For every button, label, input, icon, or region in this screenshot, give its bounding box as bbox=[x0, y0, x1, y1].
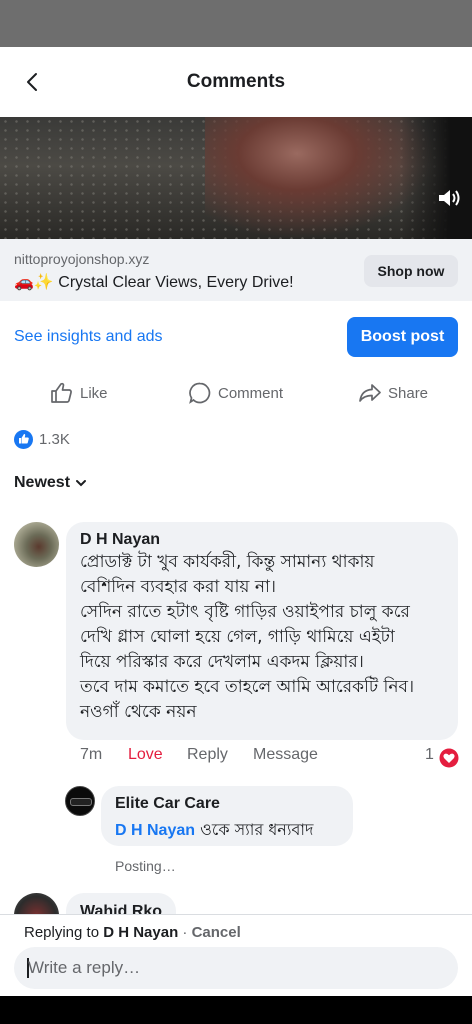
comment-bubble[interactable]: D H Nayan প্রোডাক্ট টা খুব কার্যকরী, কিন… bbox=[66, 522, 458, 740]
sort-dropdown[interactable]: Newest bbox=[14, 474, 88, 492]
reply-button[interactable]: Reply bbox=[187, 746, 228, 764]
reply-text: ওকে স্যার ধন্যবাদ bbox=[195, 820, 314, 839]
ad-title: 🚗✨ Crystal Clear Views, Every Drive! bbox=[14, 272, 294, 292]
boost-post-button[interactable]: Boost post bbox=[347, 317, 458, 357]
system-nav-bar bbox=[0, 996, 472, 1024]
see-insights-link[interactable]: See insights and ads bbox=[14, 328, 163, 346]
heart-icon bbox=[439, 748, 459, 768]
like-label: Like bbox=[80, 384, 108, 402]
reply-placeholder: Write a reply… bbox=[28, 958, 141, 977]
shop-now-button[interactable]: Shop now bbox=[364, 255, 458, 287]
comment-icon bbox=[189, 382, 211, 404]
reply-bubble[interactable]: Elite Car Care D H Nayan ওকে স্যার ধন্যব… bbox=[101, 786, 353, 846]
comment-time: 7m bbox=[80, 746, 103, 763]
sort-label: Newest bbox=[14, 474, 71, 491]
comment-reaction-count[interactable]: 1 bbox=[425, 746, 434, 764]
comment-author[interactable]: D H Nayan bbox=[80, 531, 160, 549]
thumbs-up-icon bbox=[51, 382, 72, 403]
like-reaction-icon bbox=[14, 429, 33, 449]
page-title: Comments bbox=[186, 71, 286, 92]
comment-label: Comment bbox=[218, 384, 284, 402]
reply-author[interactable]: Elite Car Care bbox=[115, 795, 220, 813]
chevron-down-icon bbox=[76, 480, 87, 487]
love-reaction-button[interactable]: Love bbox=[128, 746, 163, 764]
message-button[interactable]: Message bbox=[253, 746, 318, 764]
reply-text-line: D H Nayan ওকে স্যার ধন্যবাদ bbox=[115, 817, 313, 844]
ad-domain: nittoproyojonshop.xyz bbox=[14, 251, 150, 267]
avatar[interactable] bbox=[14, 522, 59, 567]
reaction-summary[interactable]: 1.3K bbox=[14, 428, 70, 450]
ad-video[interactable] bbox=[0, 117, 472, 239]
comment-text: প্রোডাক্ট টা খুব কার্যকরী, কিন্তু সামান্… bbox=[80, 552, 415, 722]
reply-composer: Replying to D H Nayan · Cancel Write a r… bbox=[0, 914, 472, 997]
volume-icon[interactable] bbox=[436, 185, 462, 211]
status-bar bbox=[0, 0, 472, 47]
mention-link[interactable]: D H Nayan bbox=[115, 822, 195, 839]
replying-to-banner: Replying to D H Nayan · Cancel bbox=[24, 924, 241, 941]
like-button[interactable]: Like bbox=[50, 380, 108, 406]
share-label: Share bbox=[388, 384, 429, 402]
car-sparkle-emoji: 🚗✨ bbox=[14, 274, 54, 291]
reply-input[interactable]: Write a reply… bbox=[14, 947, 458, 989]
replying-to-name: D H Nayan bbox=[103, 924, 179, 941]
comment-button[interactable]: Comment bbox=[188, 380, 283, 406]
share-button[interactable]: Share bbox=[358, 380, 428, 406]
page-avatar[interactable] bbox=[65, 786, 95, 816]
share-icon bbox=[359, 384, 381, 402]
ad-panel[interactable]: nittoproyojonshop.xyz 🚗✨ Crystal Clear V… bbox=[0, 239, 472, 301]
header: Comments bbox=[0, 47, 472, 117]
reaction-count: 1.3K bbox=[39, 430, 70, 448]
ad-headline: Crystal Clear Views, Every Drive! bbox=[58, 274, 294, 291]
cancel-reply-button[interactable]: Cancel bbox=[192, 924, 241, 941]
posting-status: Posting… bbox=[115, 858, 176, 874]
